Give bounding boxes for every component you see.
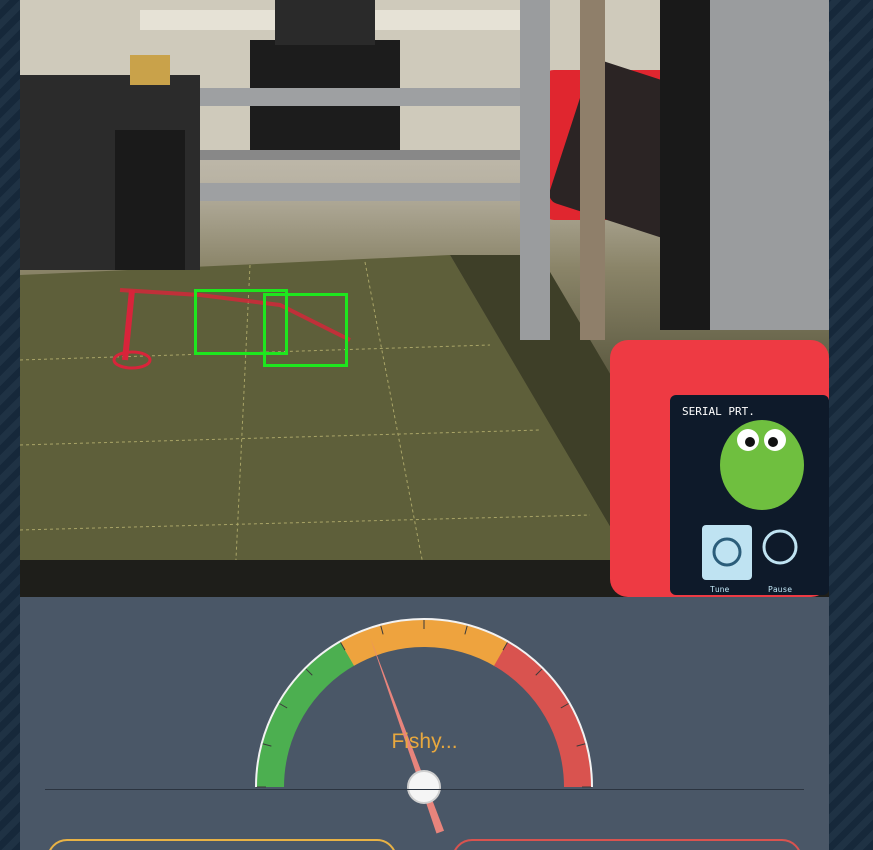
lcd-pause-label: Pause (768, 585, 792, 594)
printer-scene: SERIAL PRT. Tune Pause (20, 0, 829, 597)
left-action-button[interactable] (47, 839, 397, 850)
gauge-dial (255, 618, 593, 834)
gauge-status-label: Fishy... (391, 730, 458, 753)
main-panel: SERIAL PRT. Tune Pause Fishy... (20, 0, 829, 850)
right-action-button[interactable] (452, 839, 802, 850)
detection-box (263, 293, 348, 367)
webcam-feed: SERIAL PRT. Tune Pause (20, 0, 829, 597)
failure-gauge: Fishy... (20, 597, 829, 850)
gauge-zone-failure (494, 641, 592, 787)
gauge-hub (407, 770, 441, 804)
lcd-tune-label: Tune (710, 585, 729, 594)
lcd-serial-text: SERIAL PRT. (682, 405, 755, 418)
gauge-baseline (45, 789, 804, 790)
gauge-zone-warning (340, 619, 511, 667)
gauge-zone-good (256, 640, 357, 787)
